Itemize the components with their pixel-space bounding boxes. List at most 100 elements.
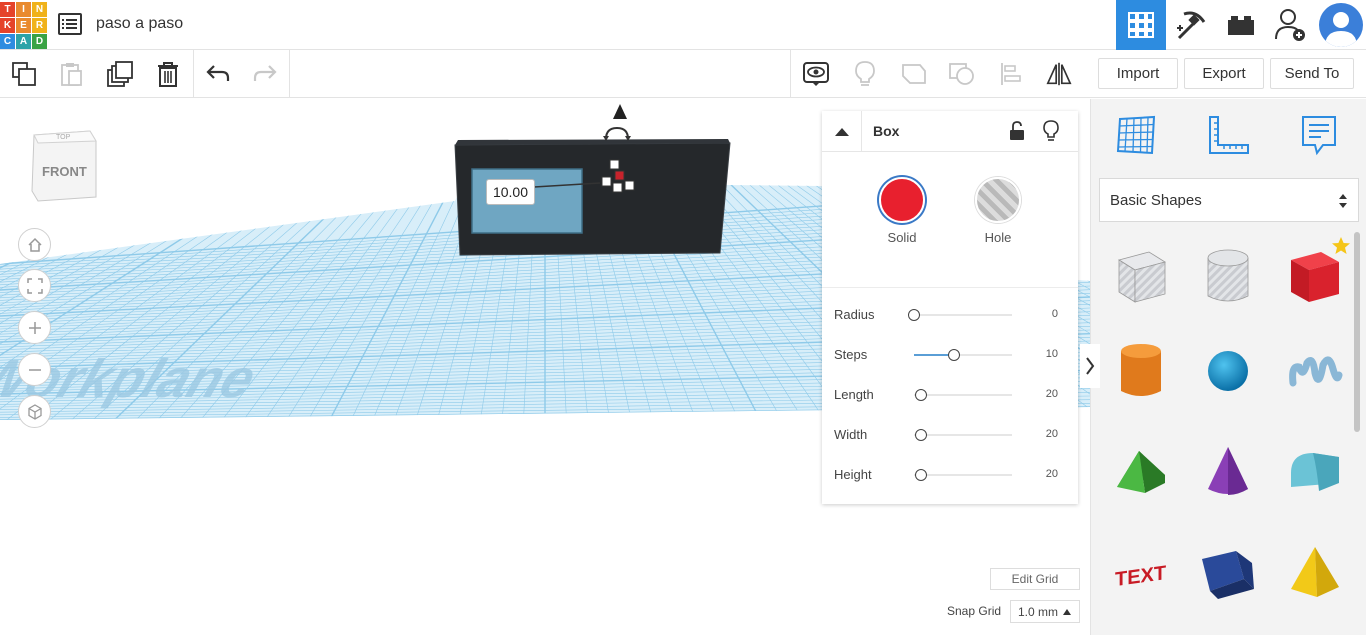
paste-button[interactable] <box>57 60 85 88</box>
cylinder-shape[interactable] <box>1109 339 1173 403</box>
property-value[interactable]: 0 <box>1052 308 1058 320</box>
hole-mode-button[interactable]: Hole <box>968 177 1028 245</box>
lift-arrow-icon[interactable] <box>613 104 627 120</box>
slider-knob[interactable] <box>908 309 920 321</box>
sort-arrows-icon <box>1339 194 1347 208</box>
scribble-shape[interactable] <box>1283 339 1347 403</box>
mirror-button[interactable] <box>1045 60 1073 88</box>
inspector-divider <box>822 287 1078 288</box>
length-property: Length 20 <box>834 384 1070 406</box>
blocks-view-button[interactable] <box>1166 0 1216 50</box>
edit-grid-button[interactable]: Edit Grid <box>990 568 1080 590</box>
redo-button[interactable] <box>251 60 279 88</box>
round-roof-shape[interactable] <box>1283 439 1347 503</box>
chevron-right-icon <box>1086 357 1095 375</box>
send-to-button[interactable]: Send To <box>1270 58 1354 89</box>
view-cube-top-label: TOP <box>56 134 71 141</box>
box-hole-shape[interactable] <box>1109 244 1173 308</box>
bricks-view-button[interactable] <box>1216 0 1266 50</box>
slider-knob[interactable] <box>948 349 961 361</box>
zoom-out-button[interactable] <box>18 353 51 386</box>
property-value[interactable]: 20 <box>1046 468 1058 480</box>
notes-tool-icon[interactable] <box>1299 113 1339 157</box>
view-cube[interactable]: TOP FRONT <box>30 127 98 205</box>
tinkercad-editor: T I N K E R C A D paso a paso Import Exp… <box>0 0 1366 635</box>
slider-knob[interactable] <box>914 469 927 481</box>
favorite-star-icon[interactable] <box>1331 236 1351 256</box>
paste-icon <box>61 63 82 86</box>
slider-track[interactable] <box>914 394 1012 396</box>
fit-view-button[interactable] <box>18 269 51 302</box>
property-value[interactable]: 20 <box>1046 388 1058 400</box>
snap-grid-label: Snap Grid <box>947 604 1002 618</box>
roof-shape[interactable] <box>1109 439 1173 503</box>
snap-grid-select[interactable]: 1.0 mm <box>1010 600 1080 623</box>
collapse-inspector-button[interactable] <box>822 111 862 152</box>
box-object[interactable] <box>450 137 740 297</box>
export-button[interactable]: Export <box>1184 58 1264 89</box>
solid-color-swatch <box>879 177 925 223</box>
slider-track[interactable] <box>914 314 1012 316</box>
logo-letter-0: T <box>0 2 15 17</box>
3d-design-view-button[interactable] <box>1116 0 1166 50</box>
copy-icon <box>12 62 36 86</box>
home-icon <box>27 237 42 252</box>
solid-mode-button[interactable]: Solid <box>872 177 932 245</box>
invite-user-button[interactable] <box>1266 0 1316 50</box>
zoom-in-button[interactable] <box>18 311 51 344</box>
duplicate-button[interactable] <box>106 60 134 88</box>
slider-knob[interactable] <box>914 389 927 401</box>
hole-pattern-swatch <box>975 177 1021 223</box>
edit-toolbar <box>0 50 1090 98</box>
show-all-button[interactable] <box>802 60 830 88</box>
toolbar-divider <box>193 50 194 98</box>
minus-icon <box>28 368 41 371</box>
wedge-shape[interactable] <box>1196 539 1260 603</box>
slider-track[interactable] <box>914 474 1012 476</box>
copy-button[interactable] <box>10 60 38 88</box>
workplane-tool-icon[interactable] <box>1114 113 1158 157</box>
trash-icon <box>158 62 178 87</box>
snap-grid-value: 1.0 mm <box>1018 605 1059 619</box>
lightbulb-icon[interactable] <box>1043 120 1059 142</box>
delete-button[interactable] <box>154 60 182 88</box>
slider-track[interactable] <box>914 434 1012 436</box>
cube-icon <box>27 403 42 420</box>
dimension-input[interactable]: 10.00 <box>486 179 535 205</box>
projection-button[interactable] <box>18 395 51 428</box>
property-label: Width <box>834 427 868 442</box>
design-list-icon[interactable] <box>58 13 82 35</box>
property-value[interactable]: 20 <box>1046 428 1058 440</box>
align-button[interactable] <box>997 60 1025 88</box>
import-button[interactable]: Import <box>1098 58 1178 89</box>
document-title[interactable]: paso a paso <box>96 15 183 33</box>
hole-label: Hole <box>984 230 1012 245</box>
top-right-controls <box>1116 0 1366 50</box>
pyramid-shape[interactable] <box>1283 539 1347 603</box>
slider-knob[interactable] <box>914 429 927 441</box>
shapes-scrollbar[interactable] <box>1354 232 1360 432</box>
user-avatar[interactable] <box>1319 3 1363 47</box>
shape-category-select[interactable]: Basic Shapes <box>1099 178 1359 222</box>
tinkercad-logo[interactable]: T I N K E R C A D <box>0 2 47 49</box>
cylinder-hole-shape[interactable] <box>1196 244 1260 308</box>
duplicate-icon <box>107 61 133 87</box>
text-shape[interactable]: TEXT <box>1109 539 1173 603</box>
lock-icon[interactable] <box>1009 121 1025 141</box>
property-value[interactable]: 10 <box>1046 348 1058 360</box>
rotate-handle-icon[interactable] <box>603 125 631 143</box>
align-icon <box>1001 63 1021 85</box>
inspector-title: Box <box>873 123 900 139</box>
note-button[interactable] <box>851 60 879 88</box>
ungroup-button[interactable] <box>948 60 976 88</box>
shapes-panel-toggle[interactable] <box>1080 344 1100 388</box>
ruler-tool-icon[interactable] <box>1206 113 1250 157</box>
brick-icon <box>1228 16 1254 35</box>
cone-shape[interactable] <box>1196 439 1260 503</box>
undo-button[interactable] <box>204 60 232 88</box>
pickaxe-icon <box>1177 11 1206 40</box>
home-view-button[interactable] <box>18 228 51 261</box>
sphere-shape[interactable] <box>1196 339 1260 403</box>
logo-letter-7: A <box>16 34 31 49</box>
group-button[interactable] <box>900 60 928 88</box>
